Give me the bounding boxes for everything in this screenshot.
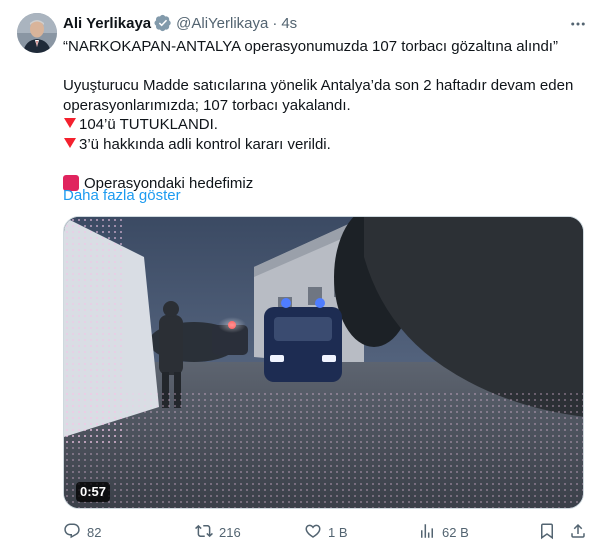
tweet-text: “NARKOKAPAN-ANTALYA operasyonumuzda 107 … xyxy=(63,37,593,193)
repost-icon xyxy=(195,522,213,543)
action-bar: 82 216 1 B 62 B xyxy=(63,521,593,543)
repost-button[interactable]: 216 xyxy=(195,521,241,543)
tweet-body-line-1: Uyuşturucu Madde satıcılarına yönelik An… xyxy=(63,77,574,94)
tweet[interactable]: Ali Yerlikaya @AliYerlikaya · 4s “NARKOK… xyxy=(0,0,616,552)
share-icon xyxy=(569,522,587,543)
show-more-link[interactable]: Daha fazla göster xyxy=(63,186,181,206)
views-button[interactable]: 62 B xyxy=(418,521,469,543)
bullet-item: 3’ü hakkında adli kontrol kararı verildi… xyxy=(63,135,593,155)
like-icon xyxy=(304,522,322,543)
reply-icon xyxy=(63,522,81,543)
bookmark-button[interactable] xyxy=(538,521,556,543)
tweet-headline: “NARKOKAPAN-ANTALYA operasyonumuzda 107 … xyxy=(63,38,558,55)
tweet-header: Ali Yerlikaya @AliYerlikaya · 4s xyxy=(63,13,297,33)
reply-button[interactable]: 82 xyxy=(63,521,101,543)
more-icon[interactable] xyxy=(566,12,590,36)
video-player[interactable]: 0:57 xyxy=(63,216,584,509)
red-triangle-icon xyxy=(64,118,76,128)
repost-count: 216 xyxy=(219,524,241,540)
tweet-timestamp[interactable]: 4s xyxy=(281,15,297,32)
author-handle[interactable]: @AliYerlikaya xyxy=(176,15,268,32)
author-name[interactable]: Ali Yerlikaya xyxy=(63,15,151,32)
tweet-body-line-2: operasyonlarımızda; 107 torbacı yakaland… xyxy=(63,96,351,114)
video-duration: 0:57 xyxy=(76,482,111,502)
bookmark-icon xyxy=(538,522,556,543)
separator-dot: · xyxy=(272,14,278,32)
video-frame xyxy=(64,217,583,508)
share-button[interactable] xyxy=(569,521,587,543)
like-count: 1 B xyxy=(328,524,348,540)
bullet-text: 104’ü TUTUKLANDI. xyxy=(79,116,218,133)
verified-badge-icon xyxy=(154,14,172,32)
views-icon xyxy=(418,522,436,543)
red-triangle-icon xyxy=(64,137,76,148)
like-button[interactable]: 1 B xyxy=(304,521,348,543)
bullet-text: 3’ü hakkında adli kontrol kararı verildi… xyxy=(79,135,331,153)
reply-count: 82 xyxy=(87,524,102,540)
views-count: 62 B xyxy=(442,524,469,540)
bullet-item: 104’ü TUTUKLANDI. xyxy=(63,115,593,135)
avatar[interactable] xyxy=(17,13,57,53)
